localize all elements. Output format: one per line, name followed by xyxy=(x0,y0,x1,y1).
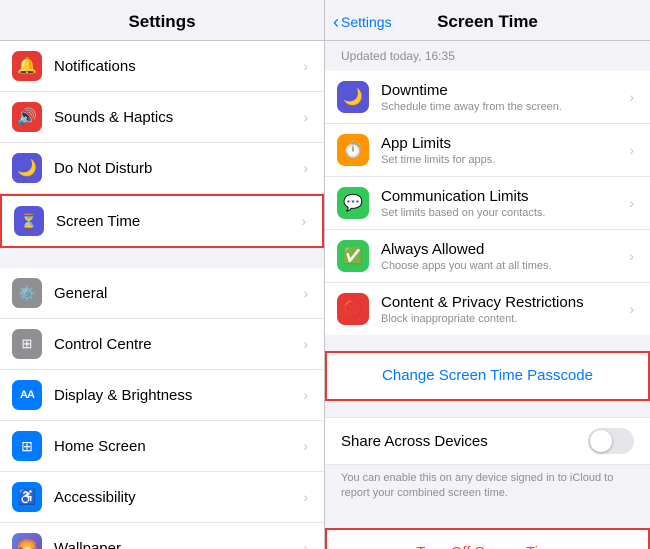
commlimits-chevron: › xyxy=(629,195,634,211)
applimits-icon: ⏱️ xyxy=(337,134,369,166)
homescreen-chevron: › xyxy=(303,438,308,454)
alwaysallowed-subtitle: Choose apps you want at all times. xyxy=(381,260,629,272)
settings-item-homescreen[interactable]: ⊞ Home Screen › xyxy=(0,421,324,472)
change-passcode-label: Change Screen Time Passcode xyxy=(382,367,593,384)
right-item-commlimits[interactable]: 💬 Communication Limits Set limits based … xyxy=(325,177,650,230)
homescreen-label: Home Screen xyxy=(54,438,303,455)
controlcentre-icon: ⊞ xyxy=(12,329,42,359)
commlimits-text: Communication Limits Set limits based on… xyxy=(381,188,629,219)
notifications-chevron: › xyxy=(303,58,308,74)
alwaysallowed-icon: ✅ xyxy=(337,240,369,272)
back-label: Settings xyxy=(341,14,392,30)
dnd-chevron: › xyxy=(303,160,308,176)
accessibility-label: Accessibility xyxy=(54,489,303,506)
homescreen-icon: ⊞ xyxy=(12,431,42,461)
screentime-chevron: › xyxy=(301,213,306,229)
applimits-title: App Limits xyxy=(381,135,629,152)
right-panel: ‹ Settings Screen Time Updated today, 16… xyxy=(325,0,650,549)
wallpaper-icon: 🌄 xyxy=(12,533,42,549)
sounds-label: Sounds & Haptics xyxy=(54,109,303,126)
settings-item-notifications[interactable]: 🔔 Notifications › xyxy=(0,41,324,92)
right-item-applimits[interactable]: ⏱️ App Limits Set time limits for apps. … xyxy=(325,124,650,177)
downtime-subtitle: Schedule time away from the screen. xyxy=(381,101,629,113)
separator-3 xyxy=(325,512,650,528)
sounds-chevron: › xyxy=(303,109,308,125)
content-subtitle: Block inappropriate content. xyxy=(381,313,629,325)
settings-item-accessibility[interactable]: ♿ Accessibility › xyxy=(0,472,324,523)
back-button[interactable]: ‹ Settings xyxy=(333,12,392,33)
sounds-icon: 🔊 xyxy=(12,102,42,132)
settings-item-sounds[interactable]: 🔊 Sounds & Haptics › xyxy=(0,92,324,143)
toggle-knob xyxy=(590,430,612,452)
commlimits-subtitle: Set limits based on your contacts. xyxy=(381,207,629,219)
screen-time-items: 🌙 Downtime Schedule time away from the s… xyxy=(325,71,650,335)
share-toggle[interactable] xyxy=(588,428,634,454)
right-item-downtime[interactable]: 🌙 Downtime Schedule time away from the s… xyxy=(325,71,650,124)
change-passcode-cell[interactable]: Change Screen Time Passcode xyxy=(325,351,650,401)
group1: 🔔 Notifications › 🔊 Sounds & Haptics › 🌙… xyxy=(0,41,324,248)
share-desc: You can enable this on any device signed… xyxy=(325,465,650,512)
settings-item-wallpaper[interactable]: 🌄 Wallpaper › xyxy=(0,523,324,549)
updated-text: Updated today, 16:35 xyxy=(325,41,650,71)
dnd-label: Do Not Disturb xyxy=(54,160,303,177)
alwaysallowed-title: Always Allowed xyxy=(381,241,629,258)
group-sep-1 xyxy=(0,248,324,268)
settings-item-dnd[interactable]: 🌙 Do Not Disturb › xyxy=(0,143,324,194)
general-label: General xyxy=(54,285,303,302)
separator-2 xyxy=(325,401,650,417)
controlcentre-label: Control Centre xyxy=(54,336,303,353)
downtime-text: Downtime Schedule time away from the scr… xyxy=(381,82,629,113)
settings-item-screentime[interactable]: ⏳ Screen Time › xyxy=(0,194,324,248)
accessibility-icon: ♿ xyxy=(12,482,42,512)
display-chevron: › xyxy=(303,387,308,403)
screentime-label: Screen Time xyxy=(56,213,301,230)
controlcentre-chevron: › xyxy=(303,336,308,352)
alwaysallowed-text: Always Allowed Choose apps you want at a… xyxy=(381,241,629,272)
left-panel-header: Settings xyxy=(0,0,324,41)
settings-list: 🔔 Notifications › 🔊 Sounds & Haptics › 🌙… xyxy=(0,41,324,549)
downtime-title: Downtime xyxy=(381,82,629,99)
right-item-content[interactable]: 🚫 Content & Privacy Restrictions Block i… xyxy=(325,283,650,335)
applimits-text: App Limits Set time limits for apps. xyxy=(381,135,629,166)
notifications-label: Notifications xyxy=(54,58,303,75)
settings-item-display[interactable]: AA Display & Brightness › xyxy=(0,370,324,421)
share-across-devices-cell[interactable]: Share Across Devices xyxy=(325,417,650,465)
content-title: Content & Privacy Restrictions xyxy=(381,294,629,311)
screentime-icon: ⏳ xyxy=(14,206,44,236)
dnd-icon: 🌙 xyxy=(12,153,42,183)
wallpaper-chevron: › xyxy=(303,540,308,549)
right-item-alwaysallowed[interactable]: ✅ Always Allowed Choose apps you want at… xyxy=(325,230,650,283)
applimits-chevron: › xyxy=(629,142,634,158)
share-label: Share Across Devices xyxy=(341,433,488,450)
content-text: Content & Privacy Restrictions Block ina… xyxy=(381,294,629,325)
back-chevron-icon: ‹ xyxy=(333,12,339,33)
wallpaper-label: Wallpaper xyxy=(54,540,303,549)
content-icon: 🚫 xyxy=(337,293,369,325)
settings-item-controlcentre[interactable]: ⊞ Control Centre › xyxy=(0,319,324,370)
general-icon: ⚙️ xyxy=(12,278,42,308)
turn-off-cell[interactable]: Turn Off Screen Time xyxy=(325,528,650,549)
downtime-chevron: › xyxy=(629,89,634,105)
content-chevron: › xyxy=(629,301,634,317)
left-panel: Settings 🔔 Notifications › 🔊 Sounds & Ha… xyxy=(0,0,325,549)
settings-title: Settings xyxy=(128,12,195,31)
group2: ⚙️ General › ⊞ Control Centre › AA Displ… xyxy=(0,268,324,549)
general-chevron: › xyxy=(303,285,308,301)
applimits-subtitle: Set time limits for apps. xyxy=(381,154,629,166)
notifications-icon: 🔔 xyxy=(12,51,42,81)
display-icon: AA xyxy=(12,380,42,410)
downtime-icon: 🌙 xyxy=(337,81,369,113)
alwaysallowed-chevron: › xyxy=(629,248,634,264)
accessibility-chevron: › xyxy=(303,489,308,505)
settings-item-general[interactable]: ⚙️ General › xyxy=(0,268,324,319)
turn-off-label: Turn Off Screen Time xyxy=(416,544,559,549)
commlimits-icon: 💬 xyxy=(337,187,369,219)
display-label: Display & Brightness xyxy=(54,387,303,404)
right-panel-header: ‹ Settings Screen Time xyxy=(325,0,650,41)
right-content: Updated today, 16:35 🌙 Downtime Schedule… xyxy=(325,41,650,549)
commlimits-title: Communication Limits xyxy=(381,188,629,205)
separator-1 xyxy=(325,335,650,351)
screen-time-title: Screen Time xyxy=(437,12,538,32)
